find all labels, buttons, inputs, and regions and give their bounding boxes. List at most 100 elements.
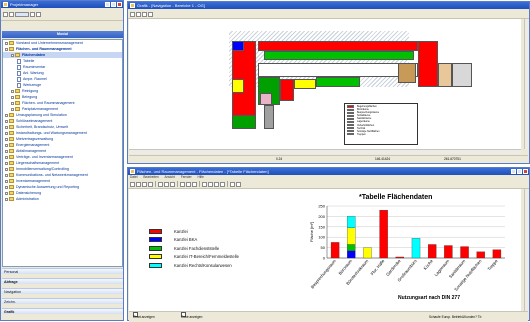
top-horizontal-scrollbar[interactable] [129, 149, 521, 154]
y-tick-label: 250 [318, 204, 325, 209]
bar-segment [347, 250, 356, 259]
tree-item-label: Flächen- und Raummanagement [22, 101, 75, 105]
search-icon[interactable] [9, 12, 14, 17]
module-tree[interactable]: Vorstand und Unternehmensmanagement Fläch… [2, 39, 123, 267]
plan-room-red-strip [258, 41, 418, 51]
export-icon[interactable] [170, 181, 175, 187]
bottom-vertical-scrollbar[interactable] [524, 189, 529, 311]
menu-hilfe[interactable]: Hilfe [198, 175, 204, 179]
menu-bearbeiten[interactable]: Bearbeiten [143, 175, 158, 179]
sort-icon[interactable] [186, 181, 191, 187]
expand-icon[interactable] [5, 119, 8, 123]
collapse-icon[interactable] [11, 53, 14, 57]
settings-icon[interactable] [30, 12, 35, 17]
tree-item[interactable]: Administration [3, 196, 122, 202]
module-header-label: Modul [56, 32, 69, 36]
status-x: 146.41424 [375, 157, 391, 161]
expand-icon[interactable] [5, 137, 8, 141]
nav-button-grafik[interactable]: Grafik [2, 308, 123, 314]
nav-button-abfrage[interactable]: Abfrage [2, 278, 123, 284]
expand-icon[interactable] [5, 185, 8, 189]
settings-icon[interactable] [148, 11, 153, 17]
top-vertical-scrollbar[interactable] [524, 19, 529, 149]
grid-icon[interactable] [130, 11, 135, 17]
tree-item-label: Mietvertragsverwaltung [16, 137, 54, 141]
folder-icon [9, 149, 14, 154]
flag-icon[interactable] [142, 11, 147, 17]
maximize-button[interactable] [111, 2, 116, 7]
menu-fenster[interactable]: Fenster [181, 175, 192, 179]
nav-button-personal[interactable]: Personal [2, 268, 123, 274]
expand-icon[interactable] [5, 125, 8, 129]
table-icon[interactable] [180, 181, 185, 187]
last-record-icon[interactable] [220, 181, 225, 187]
bar-segment [347, 227, 356, 245]
expand-icon[interactable] [11, 89, 14, 93]
grid-icon[interactable] [130, 181, 135, 187]
help-icon[interactable] [36, 12, 41, 17]
document-icon [17, 82, 21, 88]
close-button[interactable] [523, 169, 528, 174]
collapse-icon[interactable] [5, 47, 8, 51]
help-icon[interactable] [236, 181, 241, 187]
layers-icon[interactable] [136, 11, 141, 17]
close-button[interactable] [117, 2, 122, 7]
tree-item-label: Inventarmanagement [16, 179, 50, 183]
x-axis-label: Nutzungsart nach DIN 277 [398, 295, 460, 301]
minimize-button[interactable] [105, 2, 110, 7]
top-toolbar [128, 10, 529, 19]
bottom-title: Flächen- und Raummanagement - Flächendat… [137, 169, 269, 174]
folder-icon [9, 113, 14, 118]
menu-datei[interactable]: Datei [130, 175, 137, 179]
first-record-icon[interactable] [202, 181, 207, 187]
search-icon[interactable] [148, 181, 153, 187]
floor-plan-canvas[interactable]: Begehungsflächen Büroräume Besprechungsräu… [129, 19, 521, 149]
nav-button-navigation[interactable]: Navigation [2, 288, 123, 294]
plan-room-yellow-center [294, 79, 316, 89]
expand-icon[interactable] [5, 179, 8, 183]
next-record-icon[interactable] [214, 181, 219, 187]
app-icon [130, 3, 135, 8]
expand-icon[interactable] [5, 161, 8, 165]
expand-icon[interactable] [5, 155, 8, 159]
filter-icon[interactable] [142, 181, 147, 187]
plan-room-red-center [280, 79, 294, 101]
bottom-toolbar [128, 180, 529, 189]
minimize-button[interactable] [511, 169, 516, 174]
previous-record-icon[interactable] [208, 181, 213, 187]
bottom-titlebar: Flächen- und Raummanagement - Flächendat… [128, 168, 529, 175]
document-icon [17, 76, 21, 82]
folder-icon [9, 179, 14, 184]
toolbar-separator [177, 181, 178, 187]
expand-icon[interactable] [5, 131, 8, 135]
bar-segment [411, 238, 421, 259]
print-icon[interactable] [3, 12, 8, 17]
expand-icon[interactable] [5, 149, 8, 153]
tools-icon[interactable] [15, 12, 29, 17]
toolbar-separator [155, 181, 156, 187]
group-icon[interactable] [192, 181, 197, 187]
y-axis-label: Fläche [m²] [309, 222, 314, 242]
expand-icon[interactable] [11, 101, 14, 105]
nav-button-zeichn[interactable]: Zeichn. [2, 298, 123, 304]
expand-icon[interactable] [5, 197, 8, 201]
paste-icon[interactable] [164, 181, 169, 187]
folder-icon [9, 197, 14, 202]
expand-icon[interactable] [11, 107, 14, 111]
settings-icon[interactable] [230, 181, 235, 187]
expand-icon[interactable] [11, 95, 14, 99]
expand-icon[interactable] [5, 167, 8, 171]
copy-icon[interactable] [158, 181, 163, 187]
expand-icon[interactable] [5, 113, 8, 117]
menu-ansicht[interactable]: Ansicht [164, 175, 174, 179]
tree-item-label: Reinigung [22, 89, 39, 93]
tree-item-label: Abfallmanagement [16, 149, 46, 153]
expand-icon[interactable] [5, 173, 8, 177]
maximize-button[interactable] [517, 169, 522, 174]
x-tick-label: Büroraum [337, 258, 353, 276]
chart-icon[interactable] [136, 181, 141, 187]
plan-room-green-row [264, 51, 414, 60]
expand-icon[interactable] [5, 143, 8, 147]
expand-icon[interactable] [5, 191, 8, 195]
expand-icon[interactable] [5, 41, 8, 45]
